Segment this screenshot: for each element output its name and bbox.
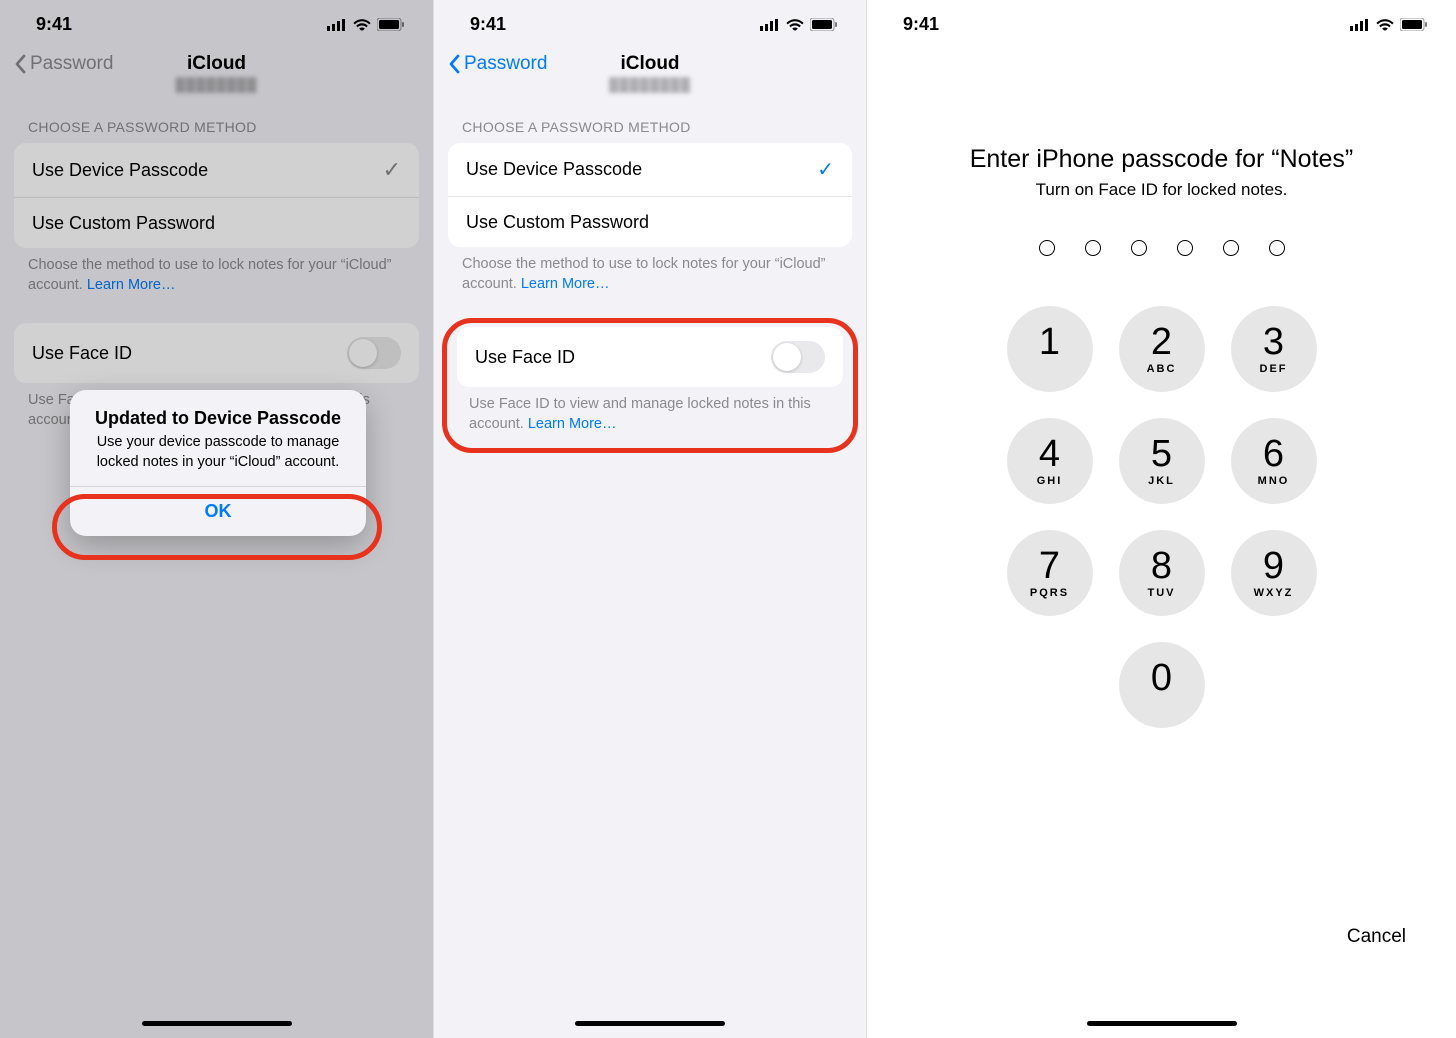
faceid-footer: Use Face ID to view and manage locked no… — [451, 387, 849, 444]
status-bar: 9:41 — [434, 0, 866, 45]
status-indicators — [760, 18, 838, 31]
screen-passcode-entry: 9:41 Enter iPhone passcode for “Notes” T… — [866, 0, 1456, 1038]
password-method-list: Use Device Passcode ✓ Use Custom Passwor… — [448, 143, 852, 247]
annotation-highlight — [52, 494, 382, 560]
key-2[interactable]: 2ABC — [1119, 306, 1205, 392]
wifi-icon — [1376, 18, 1394, 31]
faceid-toggle-row[interactable]: Use Face ID — [457, 327, 843, 387]
toggle-switch[interactable] — [771, 341, 825, 373]
passcode-dots — [867, 220, 1456, 306]
annotation-highlight: Use Face ID Use Face ID to view and mana… — [442, 318, 858, 453]
passcode-dot — [1039, 240, 1055, 256]
cellular-icon — [327, 19, 347, 31]
home-indicator[interactable] — [575, 1021, 725, 1026]
faceid-list: Use Face ID — [14, 323, 419, 383]
status-indicators — [1350, 18, 1428, 31]
faceid-toggle-row[interactable]: Use Face ID — [14, 323, 419, 383]
option-custom-password[interactable]: Use Custom Password — [448, 197, 852, 247]
status-bar: 9:41 — [0, 0, 433, 45]
status-time: 9:41 — [36, 14, 72, 35]
home-indicator[interactable] — [1087, 1021, 1237, 1026]
learn-more-link[interactable]: Learn More… — [528, 416, 617, 432]
nav-header: Password iCloud ████████ — [434, 45, 866, 89]
key-5[interactable]: 5JKL — [1119, 418, 1205, 504]
faceid-list: Use Face ID — [457, 327, 843, 387]
section-footer: Choose the method to use to lock notes f… — [434, 247, 866, 304]
key-0[interactable]: 0 — [1119, 642, 1205, 728]
checkmark-icon: ✓ — [817, 157, 834, 182]
passcode-dot — [1085, 240, 1101, 256]
key-7[interactable]: 7PQRS — [1007, 530, 1093, 616]
page-subtitle: ████████ — [0, 77, 433, 92]
password-method-list: Use Device Passcode ✓ Use Custom Passwor… — [14, 143, 419, 248]
page-title: iCloud — [434, 53, 866, 75]
passcode-subtitle: Turn on Face ID for locked notes. — [897, 180, 1426, 200]
key-4[interactable]: 4GHI — [1007, 418, 1093, 504]
passcode-dot — [1131, 240, 1147, 256]
key-8[interactable]: 8TUV — [1119, 530, 1205, 616]
page-subtitle: ████████ — [434, 77, 866, 92]
learn-more-link[interactable]: Learn More… — [521, 276, 610, 292]
key-6[interactable]: 6MNO — [1231, 418, 1317, 504]
screen-password-settings: 9:41 Password iCloud ████████ CHOOSE A P… — [433, 0, 866, 1038]
numeric-keypad: 1 2ABC 3DEF 4GHI 5JKL 6MNO 7PQRS 8TUV 9W… — [867, 306, 1456, 728]
alert-message: Use your device passcode to manage locke… — [86, 433, 350, 472]
section-header: CHOOSE A PASSWORD METHOD — [434, 89, 866, 143]
status-time: 9:41 — [470, 14, 506, 35]
status-bar: 9:41 — [867, 0, 1456, 45]
cancel-button[interactable]: Cancel — [1347, 926, 1406, 948]
key-9[interactable]: 9WXYZ — [1231, 530, 1317, 616]
battery-icon — [1400, 18, 1428, 31]
cellular-icon — [760, 19, 780, 31]
section-footer: Choose the method to use to lock notes f… — [0, 248, 433, 305]
option-device-passcode[interactable]: Use Device Passcode ✓ — [14, 143, 419, 198]
nav-header: Password iCloud ████████ — [0, 45, 433, 89]
page-title: iCloud — [0, 53, 433, 75]
section-header: CHOOSE A PASSWORD METHOD — [0, 89, 433, 143]
alert-title: Updated to Device Passcode — [86, 408, 350, 429]
passcode-title: Enter iPhone passcode for “Notes” — [897, 145, 1426, 174]
wifi-icon — [786, 18, 804, 31]
status-indicators — [327, 18, 405, 31]
checkmark-icon: ✓ — [383, 157, 401, 183]
cellular-icon — [1350, 19, 1370, 31]
battery-icon — [810, 18, 838, 31]
passcode-dot — [1269, 240, 1285, 256]
screen-password-settings-alert: 9:41 Password iCloud ████████ CHOOSE A P… — [0, 0, 433, 1038]
battery-icon — [377, 18, 405, 31]
learn-more-link[interactable]: Learn More… — [87, 277, 176, 293]
home-indicator[interactable] — [142, 1021, 292, 1026]
toggle-switch[interactable] — [347, 337, 401, 369]
option-device-passcode[interactable]: Use Device Passcode ✓ — [448, 143, 852, 197]
status-time: 9:41 — [903, 14, 939, 35]
wifi-icon — [353, 18, 371, 31]
key-3[interactable]: 3DEF — [1231, 306, 1317, 392]
option-custom-password[interactable]: Use Custom Password — [14, 198, 419, 248]
passcode-dot — [1223, 240, 1239, 256]
key-1[interactable]: 1 — [1007, 306, 1093, 392]
passcode-dot — [1177, 240, 1193, 256]
